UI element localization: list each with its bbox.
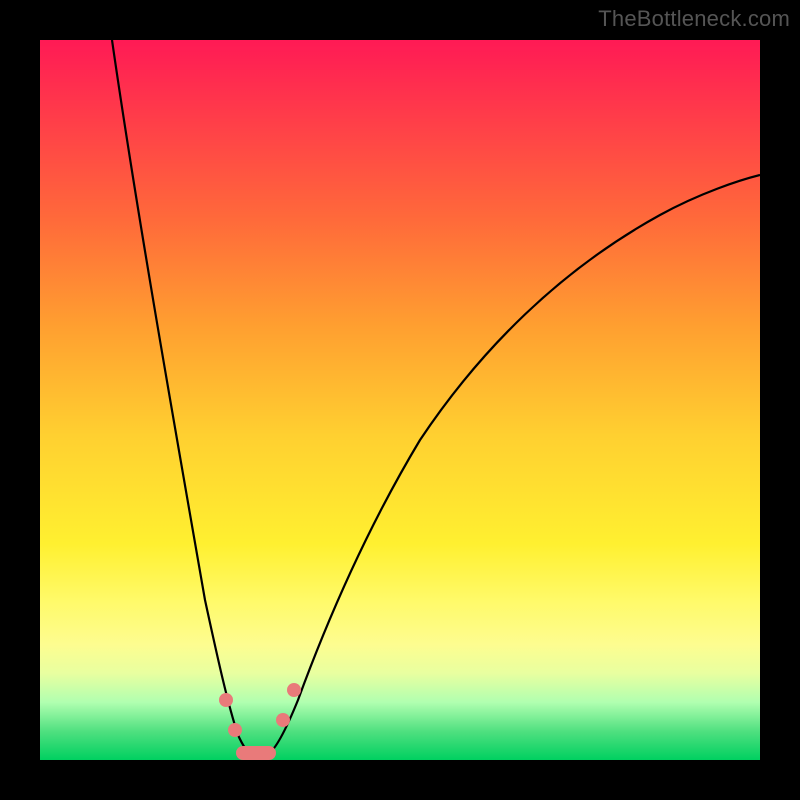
marker-dot bbox=[219, 693, 233, 707]
marker-dot bbox=[287, 683, 301, 697]
valley-marker bbox=[236, 746, 276, 760]
bottleneck-curve bbox=[40, 40, 760, 760]
watermark-text: TheBottleneck.com bbox=[598, 6, 790, 32]
curve-right bbox=[268, 175, 760, 754]
curve-left bbox=[112, 40, 251, 754]
marker-dot bbox=[276, 713, 290, 727]
marker-dot bbox=[228, 723, 242, 737]
plot-area bbox=[40, 40, 760, 760]
chart-container: TheBottleneck.com bbox=[0, 0, 800, 800]
